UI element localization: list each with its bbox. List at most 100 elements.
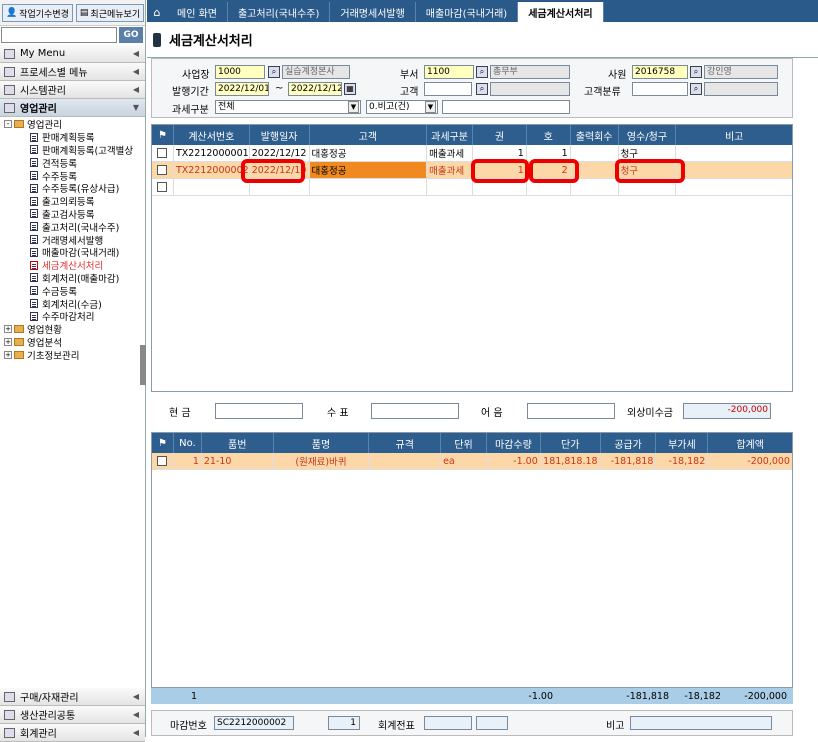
col-invoice-no[interactable]: 계산서번호 [174,125,250,145]
col-ho[interactable]: 호 [527,125,571,145]
menu-process[interactable]: 프로세스별 메뉴 ◀ [0,63,145,81]
chevron-down-icon: ▼ [132,103,139,112]
col-remark[interactable]: 비고 [676,125,792,145]
search-icon[interactable]: ⌕ [268,66,280,78]
menu-search-input[interactable] [1,27,117,43]
col-total[interactable]: 합계액 [708,433,792,453]
tree-folder[interactable]: + 영업현황 [0,323,145,336]
col-receipt-claim[interactable]: 영수/청구 [619,125,677,145]
col-item-name[interactable]: 품명 [274,433,370,453]
row-checkbox[interactable] [152,453,174,469]
process-icon [4,66,15,77]
col-qty[interactable]: 마감수량 [487,433,541,453]
tree-item[interactable]: 회계처리(매출마감) [0,272,145,285]
document-icon [30,311,38,321]
expand-icon[interactable]: + [4,337,12,346]
remark-input[interactable] [442,100,570,114]
expand-icon[interactable]: + [4,325,12,334]
date-from-input[interactable]: 2022/12/01 [215,82,269,96]
col-kwon[interactable]: 권 [473,125,527,145]
tree-item[interactable]: 거래명세서발행 [0,233,145,247]
emp-code-input[interactable]: 2016758 [632,65,688,79]
footer-spacer [555,688,615,704]
tree-item[interactable]: 매출마감(국내거래) [0,246,145,259]
menu-system[interactable]: 시스템관리 ◀ [0,81,145,99]
tree-item[interactable]: 견적등록 [0,156,145,170]
expand-icon[interactable]: + [4,350,12,359]
remark-field[interactable] [630,716,772,730]
sidebar-splitter[interactable] [140,345,146,385]
calendar-icon[interactable]: ▦ [344,83,356,95]
cust-class-input[interactable] [632,82,688,96]
remark-select[interactable]: 0.비고(건) ▼ [366,100,438,114]
date-to-input[interactable]: 2022/12/12 [288,82,342,96]
check-input[interactable] [371,403,459,419]
cust-code-input[interactable] [424,82,472,96]
tab-statement[interactable]: 거래명세서발행 [330,2,416,22]
tab-tax-invoice[interactable]: 세금계산서처리 [518,2,604,22]
row-checkbox[interactable] [152,145,174,161]
row-checkbox[interactable] [152,162,174,178]
recent-menu-button[interactable]: ▤ 최근메뉴보기 [75,4,145,22]
grid-settings-icon[interactable]: ⚑ [152,433,174,453]
tree-folder[interactable]: + 기초정보관리 [0,348,145,362]
cell-unit: ea [441,453,487,469]
change-period-button[interactable]: 👤 작업기수변경 [2,4,73,22]
tree-item[interactable]: 수주등록 [0,169,145,183]
tree-item[interactable]: 회계처리(수금) [0,297,145,311]
tree-item[interactable]: 출고검사등록 [0,208,145,221]
tab-shipping[interactable]: 출고처리(국내수주) [228,2,331,22]
tree-item[interactable]: 출고처리(국내수주) [0,220,145,234]
col-no[interactable]: No. [174,433,202,453]
col-item-code[interactable]: 품번 [202,433,274,453]
col-vat[interactable]: 부가세 [656,433,709,453]
tree-folder[interactable]: - 영업관리 [0,118,145,131]
col-print-count[interactable]: 출력회수 [571,125,619,145]
menu-accounting[interactable]: 회계관리 ◀ [0,724,145,742]
collapse-icon[interactable]: - [4,120,12,129]
search-icon[interactable]: ⌕ [476,83,488,95]
col-unit-price[interactable]: 단가 [541,433,601,453]
tree-item[interactable]: 수주등록(유상사급) [0,182,145,195]
search-icon[interactable]: ⌕ [690,83,702,95]
col-customer[interactable]: 고객 [310,125,428,145]
accounting-icon [4,727,15,738]
grid-settings-icon[interactable]: ⚑ [152,125,174,145]
col-tax-type[interactable]: 과세구분 [427,125,473,145]
tab-sales-close[interactable]: 매출마감(국내거래) [416,2,519,22]
home-icon[interactable]: ⌂ [147,2,167,22]
go-button[interactable]: GO [119,27,143,43]
dept-code-input[interactable]: 1100 [424,65,474,79]
tree-item[interactable]: 세금계산서처리 [0,259,145,272]
col-supply[interactable]: 공급가 [601,433,657,453]
tree-item[interactable]: 수주마감처리 [0,310,145,323]
tree-item[interactable]: 출고의뢰등록 [0,195,145,208]
cell-qty: -1.00 [487,453,541,469]
tree-item[interactable]: 판매계획등록(고객별상 [0,144,145,157]
tax-select[interactable]: 전체 ▼ [215,100,361,114]
document-icon [30,145,38,155]
row-checkbox[interactable] [152,179,174,195]
table-row[interactable]: 1 21-10 (원재료)바퀴 ea -1.00 181,818.18 -181… [152,453,792,470]
menu-production[interactable]: 생산관리공통 ◀ [0,706,145,724]
folder-icon [14,350,24,359]
cust-name-field [490,82,570,96]
tab-main[interactable]: 메인 화면 [167,2,228,22]
col-spec[interactable]: 규격 [369,433,442,453]
menu-sales[interactable]: 영업관리 ▼ [0,99,145,117]
document-icon [30,260,38,270]
menu-purchase[interactable]: 구매/자재관리 ◀ [0,688,145,706]
search-icon[interactable]: ⌕ [476,66,488,78]
tree-item[interactable]: 판매계획등록 [0,131,145,144]
tree-item[interactable]: 수금등록 [0,284,145,298]
cash-input[interactable] [215,403,303,419]
tax-label: 과세구분 [172,105,209,116]
col-issue-date[interactable]: 발행일자 [250,125,310,145]
biz-code-input[interactable]: 1000 [215,65,265,79]
search-icon[interactable]: ⌕ [690,66,702,78]
menu-my-menu[interactable]: My Menu ◀ [0,45,145,63]
tree-folder[interactable]: + 영업분석 [0,336,145,349]
bill-input[interactable] [527,403,615,419]
close-no-label: 마감번호 [170,721,207,732]
col-unit[interactable]: 단위 [441,433,487,453]
